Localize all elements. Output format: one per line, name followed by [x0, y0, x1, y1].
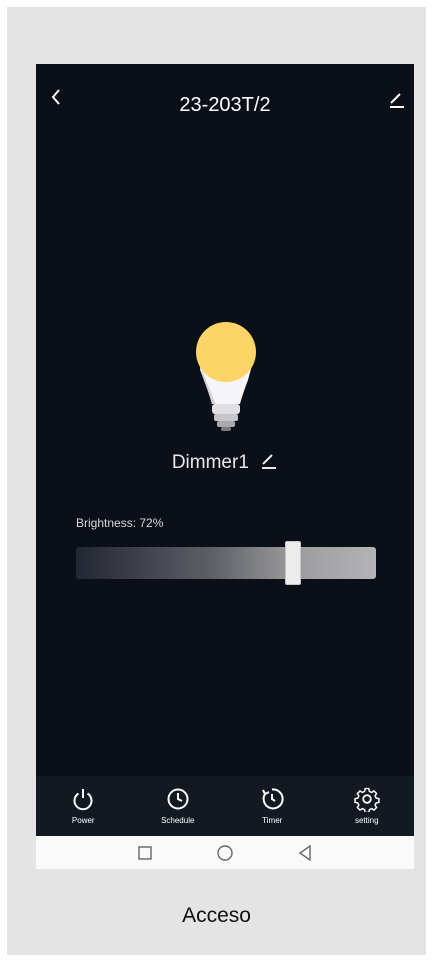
edit-title-button[interactable]	[388, 90, 406, 110]
recent-apps-button[interactable]	[105, 845, 185, 860]
pencil-icon	[390, 93, 404, 108]
nav-timer[interactable]: Timer	[232, 776, 312, 836]
system-back-button[interactable]	[265, 844, 345, 861]
bulb-glow	[196, 322, 256, 382]
nav-setting[interactable]: setting	[327, 776, 407, 836]
brightness-label: Brightness: 72%	[76, 516, 164, 530]
nav-label: setting	[354, 816, 379, 825]
device-name: Dimmer1	[171, 452, 249, 473]
page-title: 23-203T/2	[179, 94, 271, 116]
light-bulb-icon	[190, 320, 262, 432]
nav-schedule[interactable]: Schedule	[138, 776, 218, 836]
nav-label: Schedule	[161, 816, 195, 825]
system-nav-bar	[36, 836, 414, 869]
circle-icon	[217, 844, 233, 861]
app-screen: 23-203T/2 Dimmer1 Brightness: 72% Power …	[36, 64, 414, 836]
edit-device-button[interactable]	[260, 452, 278, 470]
clock-icon	[167, 788, 189, 810]
device-name-row: Dimmer1	[36, 452, 414, 474]
timer-icon	[262, 788, 284, 810]
brightness-slider[interactable]	[76, 541, 376, 585]
nav-power[interactable]: Power	[43, 776, 123, 836]
bottom-nav: Power Schedule Timer setting	[36, 776, 414, 836]
brightness-slider-fill	[76, 547, 292, 579]
nav-label: Timer	[262, 816, 283, 825]
square-icon	[138, 845, 152, 860]
power-icon	[73, 789, 93, 811]
pencil-icon	[262, 454, 277, 469]
triangle-back-icon	[298, 844, 311, 861]
nav-label: Power	[71, 816, 95, 825]
gear-icon	[354, 787, 380, 812]
caption: Acceso	[182, 904, 251, 927]
home-button[interactable]	[185, 844, 265, 861]
brightness-slider-thumb[interactable]	[285, 541, 301, 585]
